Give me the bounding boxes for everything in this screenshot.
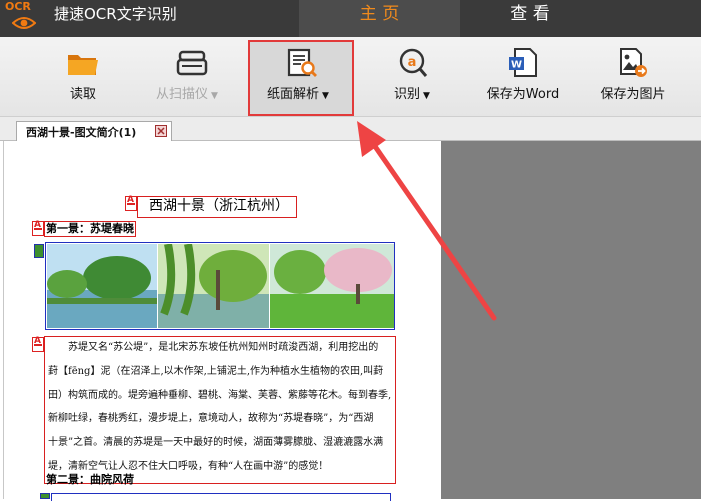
annotation-arrow [357,121,497,321]
